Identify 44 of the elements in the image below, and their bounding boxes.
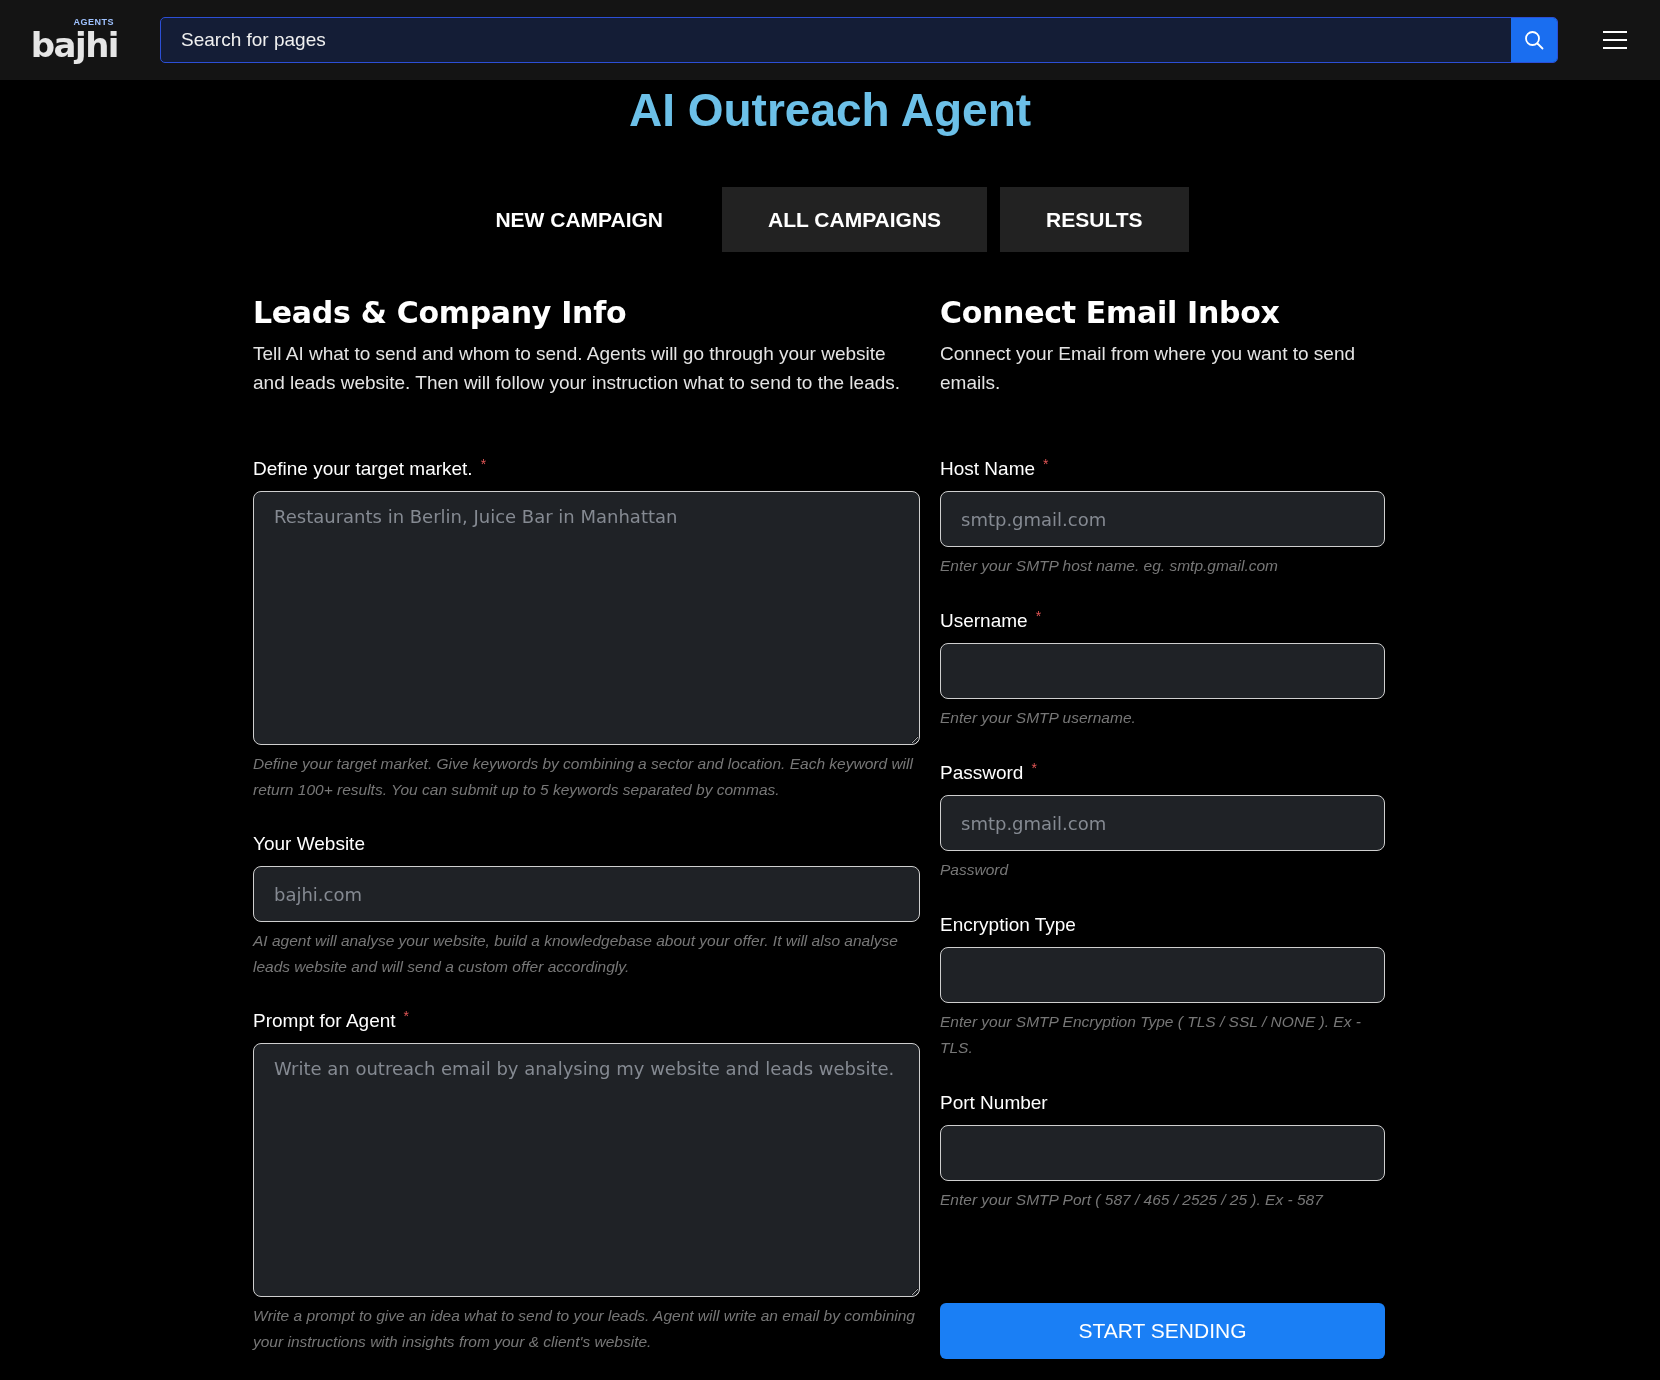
logo[interactable]: AGENTS bajhi <box>28 17 118 63</box>
tab[interactable]: ALL CAMPAIGNS <box>722 187 988 252</box>
help-text: Password <box>940 860 1010 880</box>
menu-icon <box>1602 30 1628 50</box>
help-text: AI agent will analyse your website, build a knowledgebase about your offer. It will also analyse leads website and will send a custom offer accordingly. <box>253 931 899 977</box>
field-label: Password <box>940 761 1024 785</box>
search-icon <box>1524 30 1544 50</box>
help-text: Define your target market. Give keywords by combining a sector and location. Each keyword will return 100+ results. You can submit up to 5 keywords separated by commas. <box>253 754 915 800</box>
help-text: Enter your SMTP Encryption Type ( TLS / SSL / NONE ). Ex - TLS. <box>940 1012 1362 1058</box>
help-text: Enter your SMTP username. <box>940 708 1137 728</box>
input-field[interactable]: smtp.gmail.com <box>940 491 1385 547</box>
required-mark: * <box>1035 609 1042 623</box>
tab[interactable]: RESULTS <box>1000 187 1189 252</box>
logo-wordmark: bajhi <box>30 27 118 63</box>
text-area[interactable]: Write an outreach email by analysing my website and leads website. <box>253 1043 920 1297</box>
help-text: Write a prompt to give an idea what to send to your leads. Agent will write an email by combining your instructions with insights from your & client's website. <box>253 1306 916 1352</box>
field-label: Your Website <box>253 832 365 856</box>
help-text: Enter your SMTP Port ( 587 / 465 / 2525 / 25 ). Ex - 587 <box>940 1190 1325 1210</box>
field-label: Username <box>940 609 1028 633</box>
input-field[interactable]: bajhi.com <box>253 866 920 922</box>
section-description: Tell AI what to send and whom to send. Agents will go through your website and leads website. Then will follow your instruction what to send to the leads. <box>253 342 902 395</box>
required-mark: * <box>1043 457 1049 471</box>
field-label: Host Name <box>940 457 1036 481</box>
logo-tag: AGENTS <box>73 17 114 27</box>
search-button[interactable] <box>1511 18 1557 62</box>
field-label: Encryption Type <box>940 913 1076 937</box>
input-field[interactable]: smtp.gmail.com <box>940 795 1385 851</box>
required-mark: * <box>480 457 487 471</box>
start-sending-button[interactable]: START SENDING <box>940 1303 1385 1359</box>
help-text: Enter your SMTP host name. eg. smtp.gmail.com <box>940 556 1279 576</box>
section-heading: Leads & Company Info <box>253 294 628 332</box>
field-label: Port Number <box>940 1091 1048 1115</box>
input-field[interactable] <box>940 643 1385 699</box>
field-label: Prompt for Agent <box>253 1009 396 1033</box>
tab[interactable]: NEW CAMPAIGN <box>449 187 710 252</box>
input-field[interactable] <box>940 1125 1385 1181</box>
field-label: Define your target market. <box>253 457 473 481</box>
input-field[interactable] <box>940 947 1385 1003</box>
section-description: Connect your Email from where you want to send emails. <box>940 342 1357 395</box>
required-mark: * <box>403 1009 410 1023</box>
required-mark: * <box>1031 761 1037 775</box>
page-title: AI Outreach Agent <box>627 83 1033 138</box>
text-area[interactable]: Restaurants in Berlin, Juice Bar in Manhattan <box>253 491 920 745</box>
section-heading: Connect Email Inbox <box>940 294 1281 332</box>
